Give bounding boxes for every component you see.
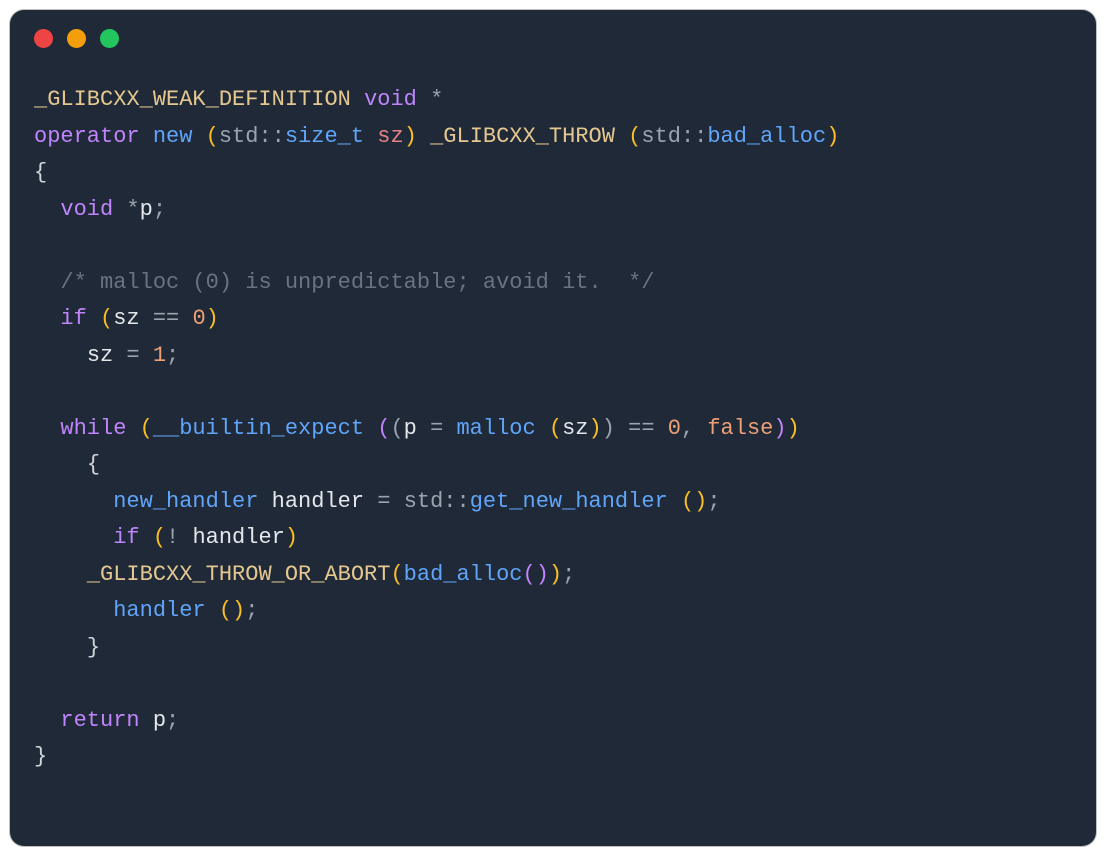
token-punc: ::: [681, 124, 707, 149]
token-op: =: [377, 489, 390, 514]
token-var: sz: [113, 306, 139, 331]
token-paren: ): [694, 489, 707, 514]
token-op: !: [166, 525, 179, 550]
token-paren: ): [773, 416, 786, 441]
token-paren: (: [219, 598, 232, 623]
token-var: p: [404, 416, 417, 441]
code-window: _GLIBCXX_WEAK_DEFINITION void * operator…: [10, 10, 1096, 846]
token-var: sz: [562, 416, 588, 441]
token-brace: {: [87, 452, 100, 477]
token-paren: (: [100, 306, 113, 331]
token-number: 1: [153, 343, 166, 368]
token-comment: /* malloc (0) is unpredictable; avoid it…: [60, 270, 654, 295]
token-paren: (: [390, 416, 403, 441]
token-keyword: void: [364, 87, 417, 112]
token-macro: _GLIBCXX_WEAK_DEFINITION: [34, 87, 351, 112]
token-punc: ,: [681, 416, 694, 441]
token-brace: {: [34, 160, 47, 185]
token-paren: ): [589, 416, 602, 441]
token-paren: ): [549, 562, 562, 587]
token-var: p: [140, 197, 153, 222]
token-punc: ::: [443, 489, 469, 514]
token-keyword: operator: [34, 124, 140, 149]
token-paren: ): [285, 525, 298, 550]
token-keyword: if: [113, 525, 139, 550]
token-punc: ;: [153, 197, 166, 222]
token-type: size_t: [285, 124, 364, 149]
token-keyword: while: [60, 416, 126, 441]
token-punc: ;: [245, 598, 258, 623]
token-paren: ): [206, 306, 219, 331]
zoom-icon[interactable]: [100, 29, 119, 48]
token-keyword: if: [60, 306, 86, 331]
token-macro: _GLIBCXX_THROW: [430, 124, 615, 149]
token-number: 0: [668, 416, 681, 441]
token-ns: std: [641, 124, 681, 149]
code-content[interactable]: _GLIBCXX_WEAK_DEFINITION void * operator…: [10, 66, 1096, 800]
token-func: malloc: [456, 416, 535, 441]
token-op: =: [430, 416, 443, 441]
token-paren: (: [681, 489, 694, 514]
token-op: ==: [628, 416, 654, 441]
token-var: handler: [272, 489, 364, 514]
close-icon[interactable]: [34, 29, 53, 48]
token-punc: ;: [707, 489, 720, 514]
token-func: bad_alloc: [404, 562, 523, 587]
token-func: __builtin_expect: [153, 416, 364, 441]
token-punc: ::: [258, 124, 284, 149]
token-paren: ): [826, 124, 839, 149]
token-paren: ): [787, 416, 800, 441]
token-func: handler: [113, 598, 205, 623]
token-func: new: [153, 124, 193, 149]
token-var: sz: [87, 343, 113, 368]
token-paren: (: [206, 124, 219, 149]
token-ns: std: [219, 124, 259, 149]
token-brace: }: [87, 635, 100, 660]
token-var: p: [153, 708, 166, 733]
token-paren: (: [549, 416, 562, 441]
token-op: *: [126, 197, 139, 222]
token-macro: _GLIBCXX_THROW_OR_ABORT: [87, 562, 391, 587]
token-op: =: [126, 343, 139, 368]
token-paren: ): [602, 416, 615, 441]
token-func: get_new_handler: [470, 489, 668, 514]
token-paren: (: [140, 416, 153, 441]
token-op: *: [430, 87, 443, 112]
token-paren: ): [232, 598, 245, 623]
token-brace: }: [34, 744, 47, 769]
token-number: 0: [192, 306, 205, 331]
minimize-icon[interactable]: [67, 29, 86, 48]
token-param: sz: [377, 124, 403, 149]
token-paren: ): [536, 562, 549, 587]
token-bool: false: [707, 416, 773, 441]
token-paren: (: [377, 416, 390, 441]
token-keyword: return: [60, 708, 139, 733]
token-var: handler: [192, 525, 284, 550]
token-keyword: void: [60, 197, 113, 222]
token-punc: ;: [166, 343, 179, 368]
token-paren: (: [153, 525, 166, 550]
token-type: new_handler: [113, 489, 258, 514]
titlebar: [10, 10, 1096, 66]
token-paren: (: [390, 562, 403, 587]
token-punc: ;: [562, 562, 575, 587]
token-type: bad_alloc: [707, 124, 826, 149]
token-ns: std: [404, 489, 444, 514]
token-op: ==: [153, 306, 179, 331]
token-paren: (: [628, 124, 641, 149]
token-paren: (: [523, 562, 536, 587]
token-punc: ;: [166, 708, 179, 733]
token-paren: ): [404, 124, 417, 149]
